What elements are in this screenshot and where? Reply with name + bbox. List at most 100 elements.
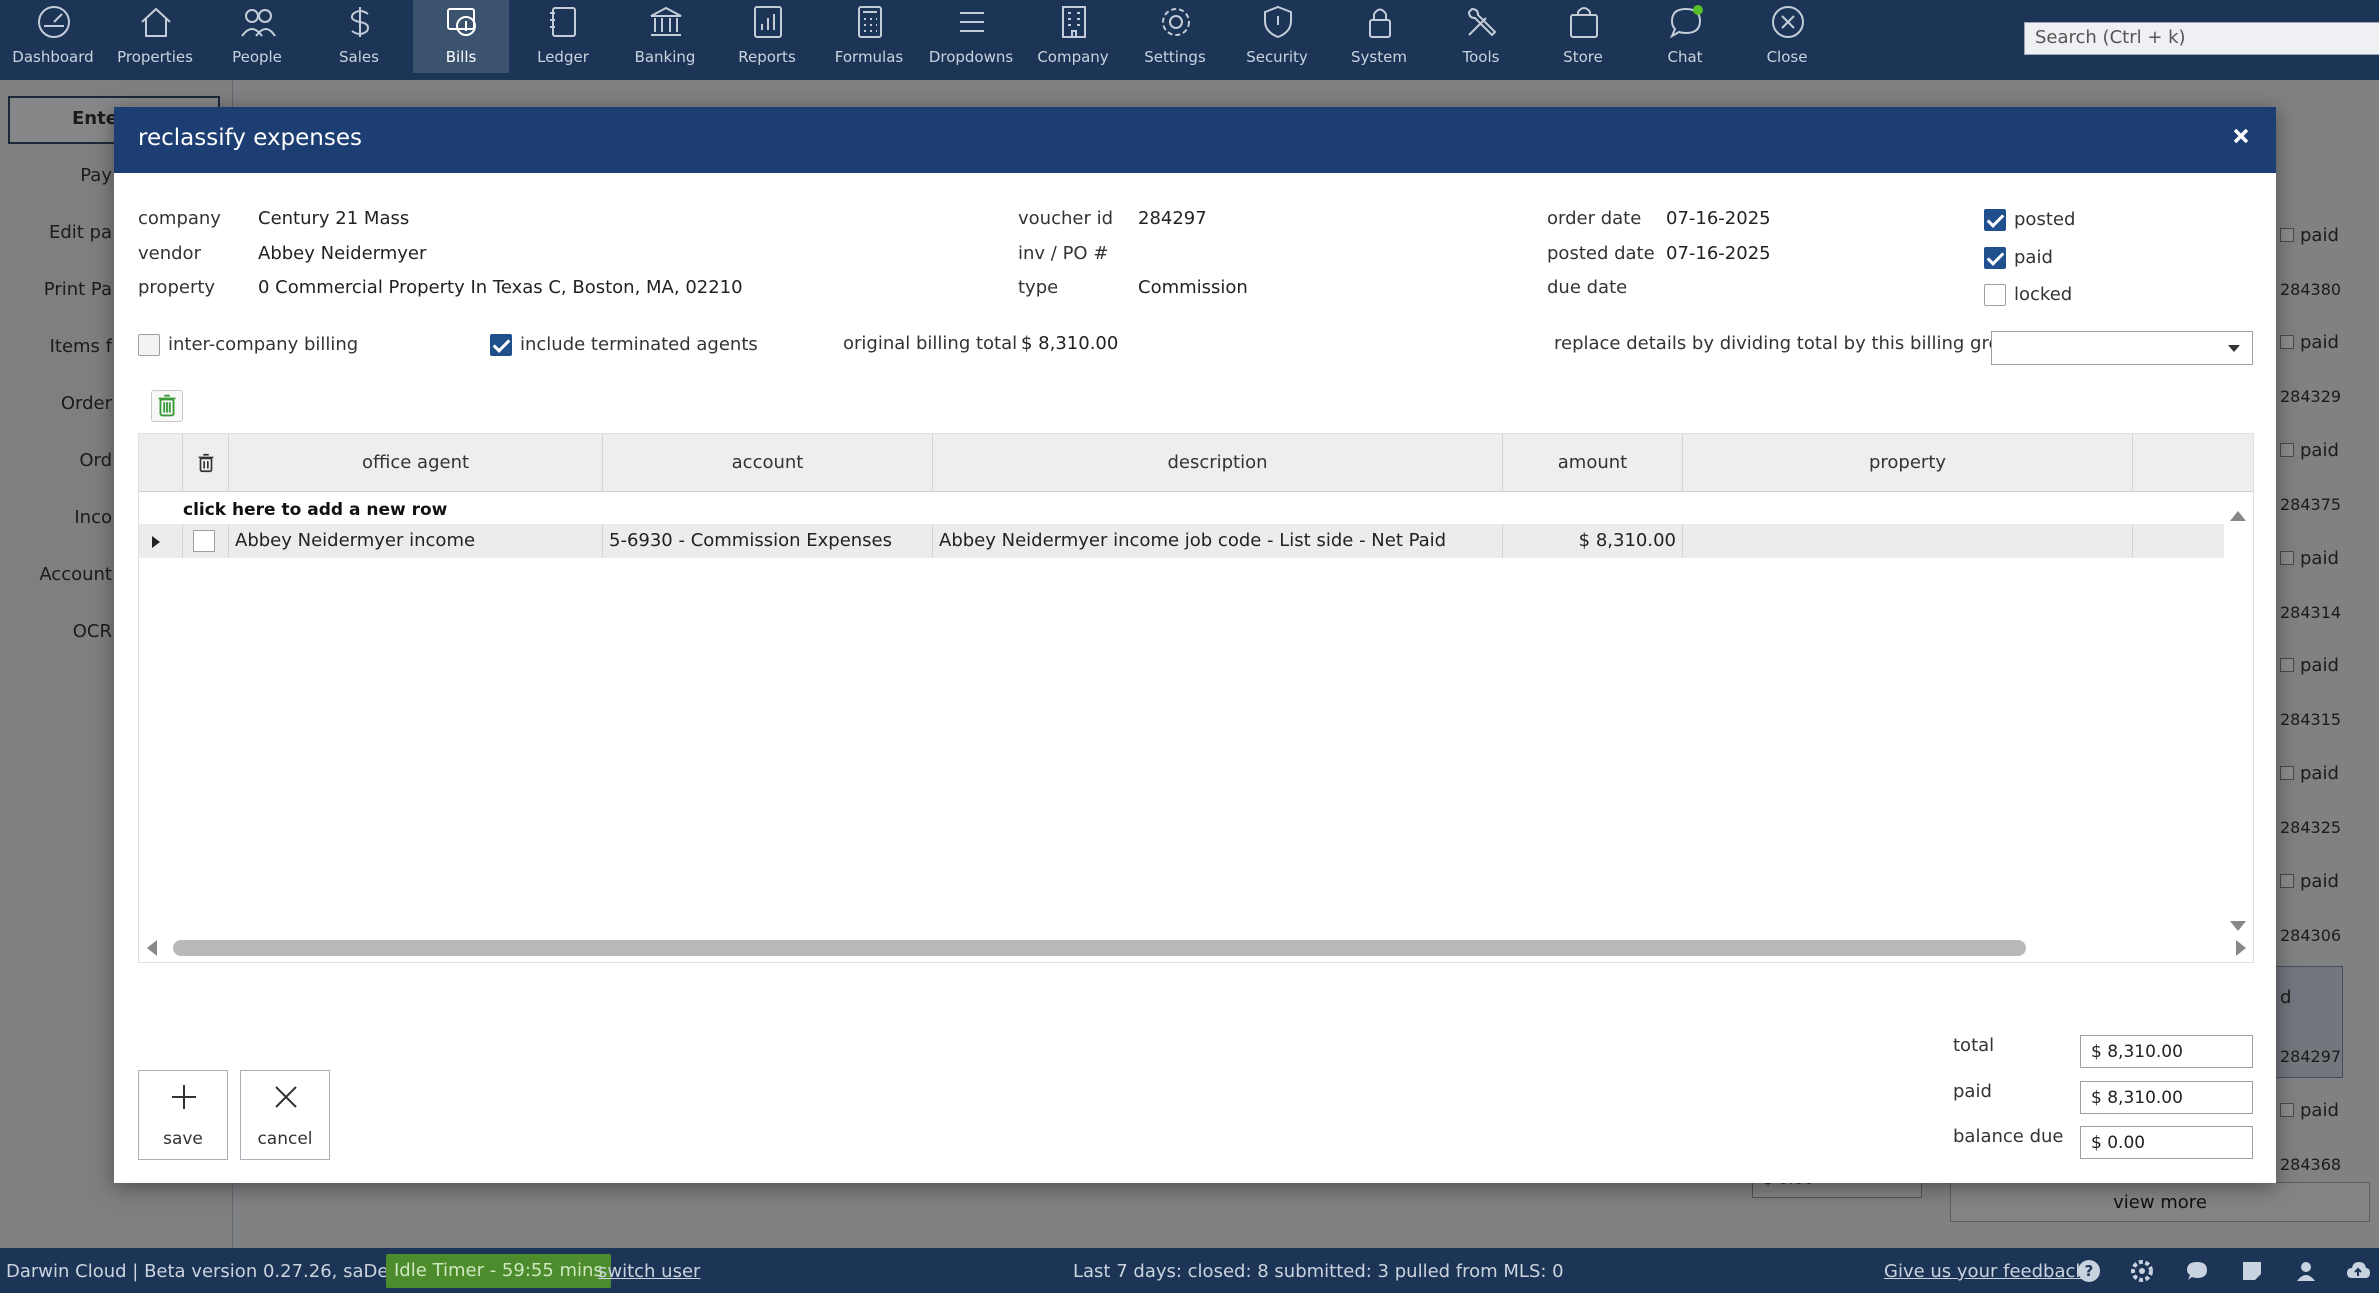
help-icon[interactable]: ? [2077,1259,2101,1283]
gear-icon[interactable] [2130,1259,2154,1283]
nav-people[interactable]: People [209,0,305,73]
nav-label: Chat [1667,48,1703,66]
nav-bills[interactable]: Bills [413,0,509,73]
original-billing-total-value: $ 8,310.00 [1021,333,1119,354]
cell-account[interactable]: 5-6930 - Commission Expenses [603,524,933,558]
reclassify-expenses-dialog: reclassify expenses company Century 21 M… [114,107,2276,1183]
paid-field[interactable]: $ 8,310.00 [2080,1081,2253,1114]
search-input[interactable]: Search (Ctrl + k) [2024,22,2379,55]
nav-store[interactable]: Store [1535,0,1631,73]
nav-label: Company [1037,48,1109,66]
nav-close[interactable]: Close [1739,0,1835,73]
column-header-amount[interactable]: amount [1503,434,1683,492]
nav-system[interactable]: System [1331,0,1427,73]
nav-label: Dashboard [12,48,94,66]
nav-label: Ledger [537,48,589,66]
scroll-up-arrow[interactable] [2230,511,2246,521]
horizontal-scrollbar[interactable] [173,940,2026,956]
delete-column-header[interactable] [183,434,229,492]
note-icon[interactable] [2240,1259,2264,1283]
cell-description[interactable]: Abbey Neidermyer income job code - List … [933,524,1503,558]
dollar-icon [350,7,370,37]
company-value: Century 21 Mass [258,208,410,229]
nav-reports[interactable]: Reports [719,0,815,73]
locked-checkbox[interactable] [1984,284,2006,306]
people-icon [241,9,276,37]
add-new-row-link[interactable]: click here to add a new row [183,500,447,520]
balance-due-label: balance due [1953,1126,2064,1147]
nav-ledger[interactable]: Ledger [515,0,611,73]
cell-office-agent[interactable]: Abbey Neidermyer income [229,524,603,558]
nav-formulas[interactable]: Formulas [821,0,917,73]
bank-icon [650,6,682,36]
nav-security[interactable]: Security [1229,0,1325,73]
scroll-right-arrow[interactable] [2236,940,2246,956]
include-terminated-agents-checkbox[interactable] [490,334,512,356]
nav-label: Bills [445,48,477,66]
scroll-left-arrow[interactable] [147,940,157,956]
scroll-down-arrow[interactable] [2230,921,2246,931]
column-header-office-agent[interactable]: office agent [229,434,603,492]
user-icon[interactable] [2294,1259,2318,1283]
row-select-checkbox[interactable] [193,530,215,552]
nav-label: Reports [738,48,796,66]
nav-properties[interactable]: Properties [107,0,203,73]
building-icon [1062,6,1086,38]
nav-chat[interactable]: Chat [1637,0,1733,73]
nav-dropdowns[interactable]: Dropdowns [923,0,1019,73]
posted-checkbox[interactable] [1984,209,2006,231]
voucher-id-label: voucher id [1018,208,1114,229]
posted-label: posted [2014,209,2076,230]
paid-total-label: paid [1953,1081,1992,1102]
feedback-link[interactable]: Give us your feedback [1884,1261,2086,1282]
close-icon[interactable] [2226,121,2256,151]
property-value: 0 Commercial Property In Texas C, Boston… [258,277,743,298]
row-indicator-header [139,434,183,492]
row-indicator-cell [139,524,183,558]
svg-text:?: ? [2085,1262,2094,1280]
nav-label: Store [1563,48,1603,66]
delete-rows-button[interactable] [151,390,183,422]
calculator-icon [858,6,882,38]
chat-icon [1669,5,1703,39]
nav-dashboard[interactable]: Dashboard [5,0,101,73]
intercompany-billing-checkbox[interactable] [138,334,160,356]
cell-property[interactable] [1683,524,2133,558]
balance-due-field[interactable]: $ 0.00 [2080,1126,2253,1159]
nav-label: Close [1766,48,1808,66]
type-label: type [1018,277,1059,298]
nav-label: Properties [117,48,193,66]
cancel-button-label: cancel [257,1129,313,1149]
column-header-account[interactable]: account [603,434,933,492]
dashboard-icon [38,6,70,38]
cloud-upload-icon[interactable] [2346,1259,2370,1283]
replace-details-label: replace details by dividing total by thi… [1554,333,2023,354]
table-row[interactable]: Abbey Neidermyer income 5-6930 - Commiss… [139,524,2224,558]
posted-date-value: 07-16-2025 [1666,243,1771,264]
activity-summary: Last 7 days: closed: 8 submitted: 3 pull… [1073,1261,1564,1282]
save-button[interactable]: save [138,1070,228,1160]
nav-tools[interactable]: Tools [1433,0,1529,73]
paid-label: paid [2014,247,2053,268]
column-header-description[interactable]: description [933,434,1503,492]
nav-settings[interactable]: Settings [1127,0,1223,73]
cell-amount[interactable]: $ 8,310.00 [1503,524,1683,558]
close-icon [275,1086,297,1108]
due-date-label: due date [1547,277,1628,298]
trash-icon [198,453,213,473]
nav-label: System [1351,48,1407,66]
nav-company[interactable]: Company [1025,0,1121,73]
nav-sales[interactable]: Sales [311,0,407,73]
column-header-property[interactable]: property [1683,434,2133,492]
company-label: company [138,208,221,229]
cancel-button[interactable]: cancel [240,1070,330,1160]
billing-group-select[interactable] [1991,331,2253,365]
chat-icon[interactable] [2185,1259,2209,1283]
total-field[interactable]: $ 8,310.00 [2080,1035,2253,1068]
switch-user-link[interactable]: switch user [598,1261,700,1282]
paid-checkbox[interactable] [1984,247,2006,269]
details-grid: office agent account description amount … [138,433,2254,963]
nav-banking[interactable]: Banking [617,0,713,73]
gear-icon [1162,8,1190,36]
bag-icon [1570,7,1598,38]
